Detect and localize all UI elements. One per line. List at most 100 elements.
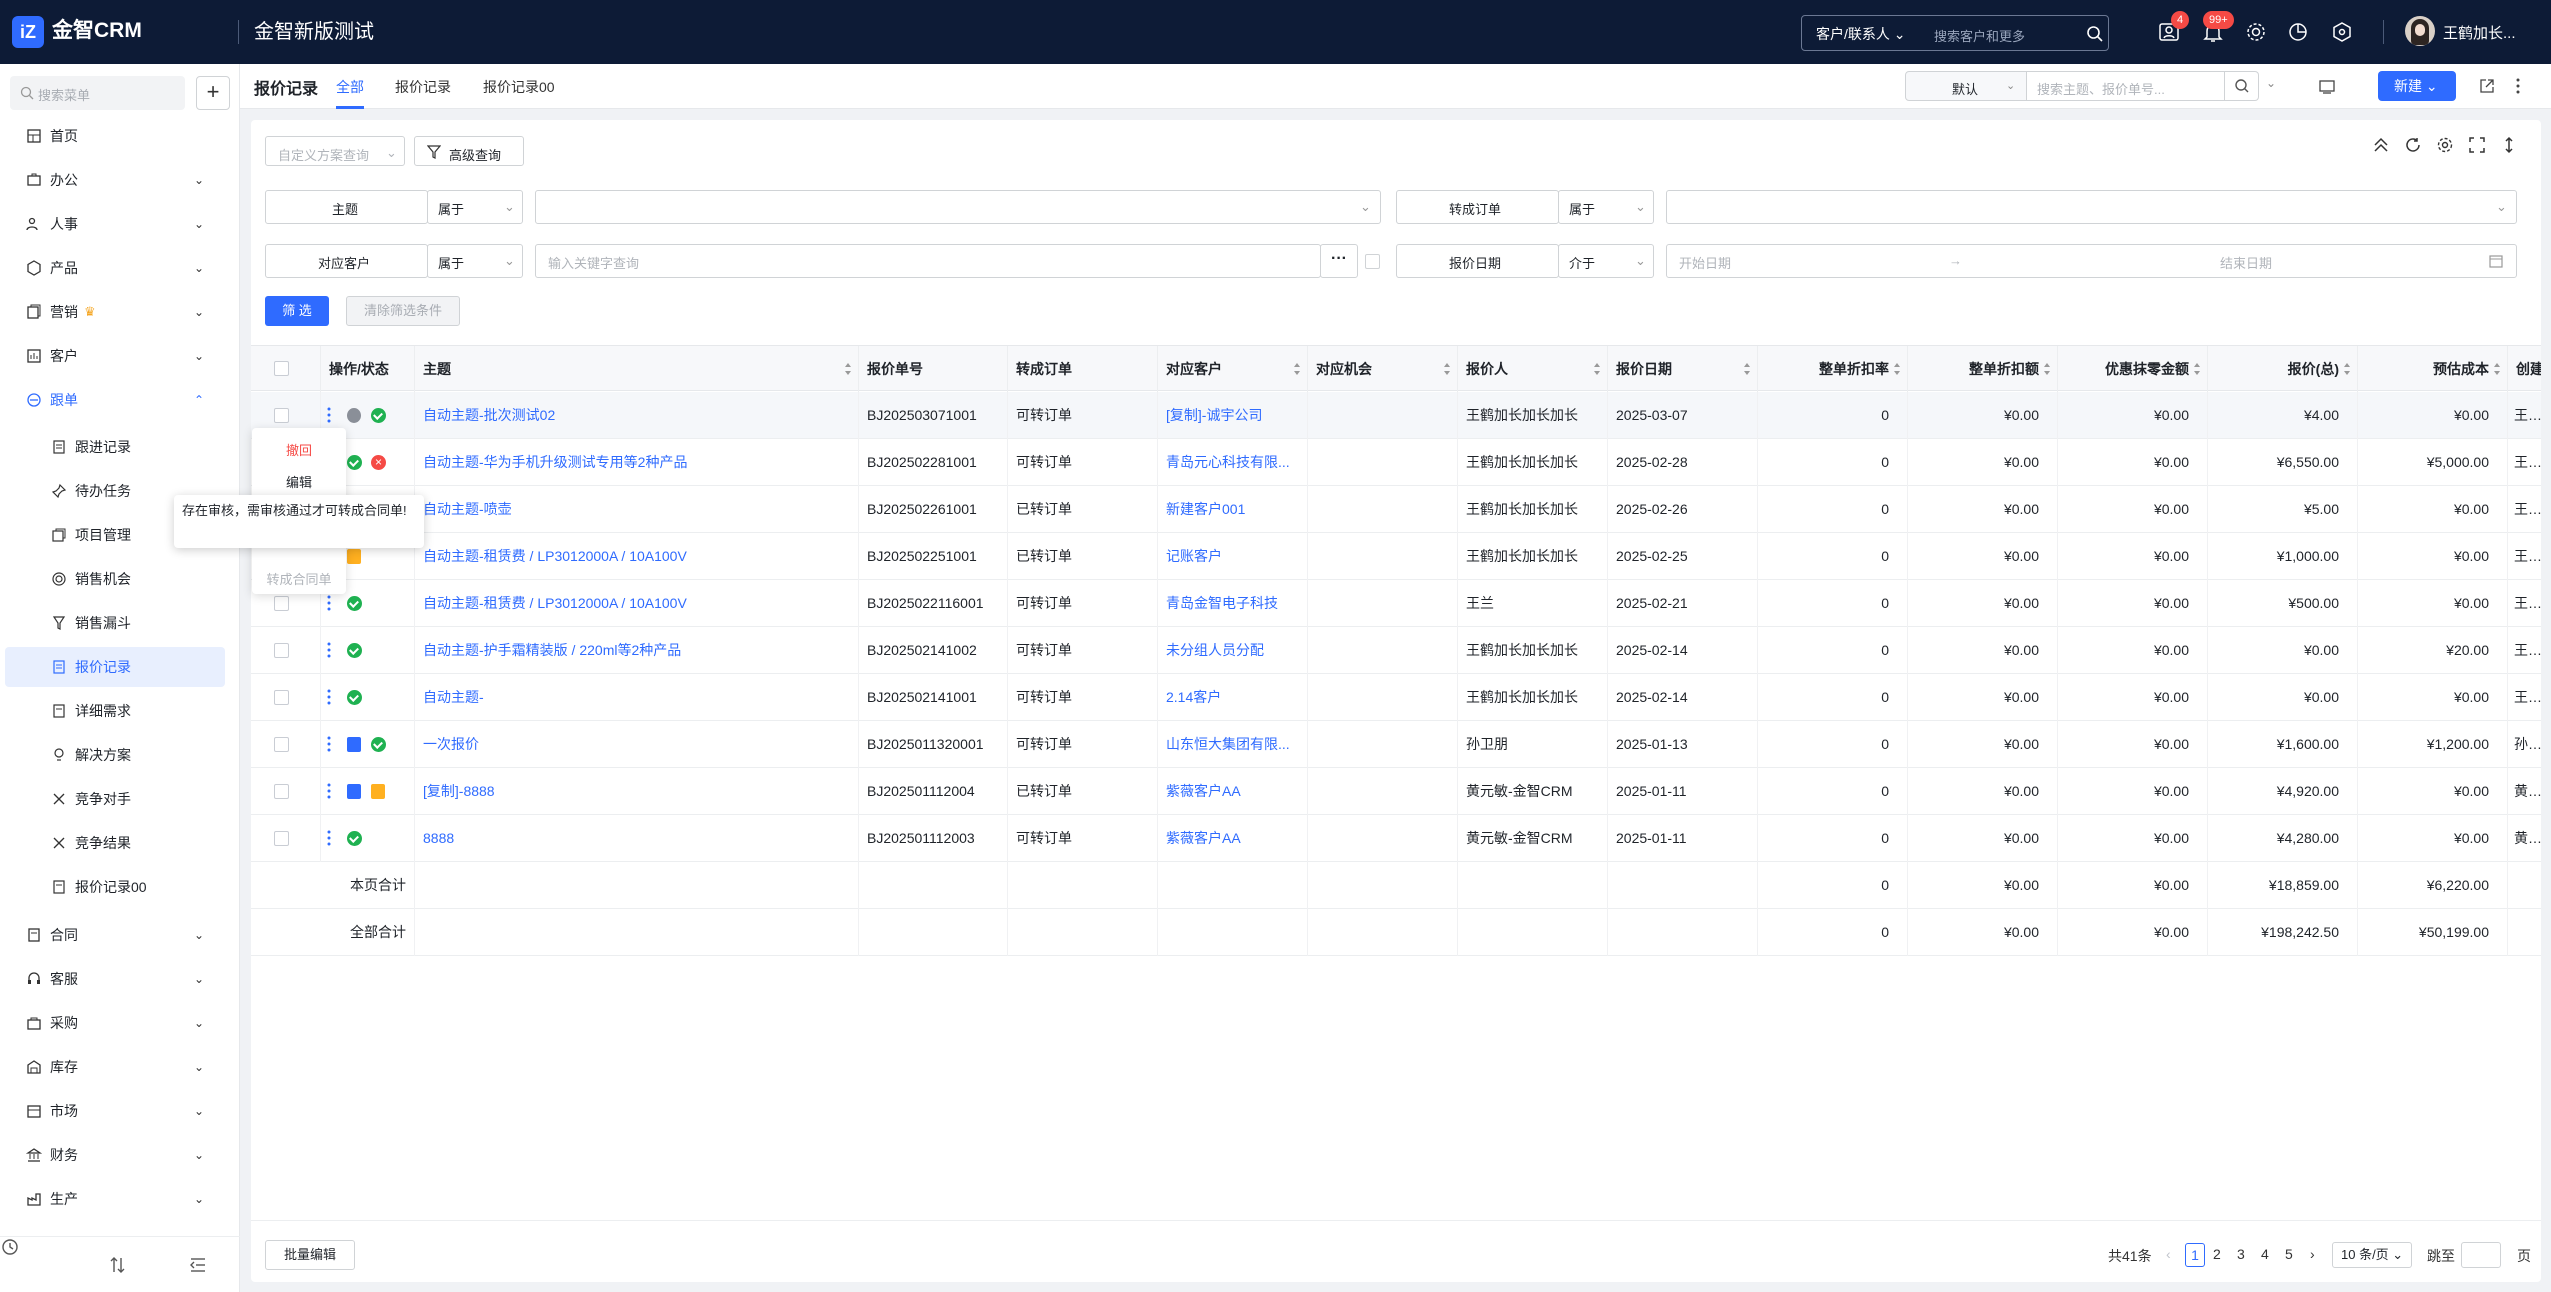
advanced-query-button[interactable]: 高级查询 <box>414 136 524 166</box>
search-icon[interactable] <box>2086 25 2104 43</box>
row-checkbox[interactable] <box>274 831 289 846</box>
filter-date-operator[interactable]: 介于 ⌄ <box>1558 244 1654 278</box>
sidebar-item-product[interactable]: 产品 ⌄ <box>0 246 240 290</box>
table-row[interactable]: 自动主题-批次测试02 BJ202503071001 可转订单 [复制]-诚宇公司 王鹤… <box>251 392 2541 439</box>
table-row[interactable]: 自动主题-租赁费 / LP3012000A / 10A100V BJ2025022… <box>251 533 2541 580</box>
row-checkbox[interactable] <box>274 408 289 423</box>
sidebar-subitem-result[interactable]: 竞争结果 <box>5 823 225 863</box>
table-row[interactable]: 自动主题-护手霜精装版 / 220ml等2种产品 BJ202502141002 可转… <box>251 627 2541 674</box>
customer-cell[interactable]: 青岛金智电子科技 <box>1158 580 1308 627</box>
subject-cell[interactable]: 8888 <box>415 815 859 862</box>
sidebar-subitem-requirement[interactable]: 详细需求 <box>5 691 225 731</box>
sort-icon[interactable] <box>2343 362 2351 376</box>
sidebar-item-office[interactable]: 办公 ⌄ <box>0 158 240 202</box>
sidebar-item-market[interactable]: 市场 ⌄ <box>0 1089 240 1133</box>
user-name[interactable]: 王鹤加长... <box>2443 22 2516 43</box>
subject-cell[interactable]: 一次报价 <box>415 721 859 768</box>
customer-cell[interactable]: 新建客户001 <box>1158 486 1308 533</box>
page-button-2[interactable]: 2 <box>2213 1246 2221 1262</box>
batch-edit-button[interactable]: 批量编辑 <box>265 1240 355 1270</box>
prev-page-button[interactable]: ‹ <box>2166 1246 2171 1262</box>
app-name[interactable]: 金智CRM <box>52 17 142 45</box>
row-checkbox[interactable] <box>274 643 289 658</box>
sort-icon[interactable] <box>844 362 852 376</box>
filter-subject-operator[interactable]: 属于 ⌄ <box>427 190 523 224</box>
more-vertical-icon[interactable] <box>327 783 331 799</box>
more-vertical-icon[interactable] <box>327 689 331 705</box>
sidebar-item-follow[interactable]: 跟单 ⌃ <box>0 378 240 422</box>
filter-date-range[interactable]: 开始日期 → 结束日期 <box>1666 244 2517 278</box>
customer-cell[interactable]: 2.14客户 <box>1158 674 1308 721</box>
customer-cell[interactable]: 记账客户 <box>1158 533 1308 580</box>
next-page-button[interactable]: › <box>2310 1246 2315 1262</box>
more-vertical-icon[interactable] <box>2515 78 2521 94</box>
table-row[interactable]: 自动主题-租赁费 / LP3012000A / 10A100V BJ2025022… <box>251 580 2541 627</box>
global-search[interactable]: 客户/联系人 ⌄ 搜索客户和更多 <box>1801 15 2109 51</box>
page-button-1[interactable]: 1 <box>2185 1243 2205 1267</box>
row-height-icon[interactable] <box>2500 136 2518 154</box>
filter-subject-select[interactable]: ⌄ <box>535 190 1381 224</box>
tab-all[interactable]: 全部 <box>336 77 364 97</box>
page-button-3[interactable]: 3 <box>2237 1246 2245 1262</box>
settings-icon[interactable] <box>2244 20 2268 44</box>
sort-icon[interactable] <box>1593 362 1601 376</box>
customer-cell[interactable]: 未分组人员分配 <box>1158 627 1308 674</box>
sort-icon[interactable] <box>2193 362 2201 376</box>
filter-button[interactable]: 筛 选 <box>265 296 329 326</box>
row-checkbox[interactable] <box>274 596 289 611</box>
sidebar-item-marketing[interactable]: 营销 ♛ ⌄ <box>0 290 240 334</box>
global-search-input[interactable]: 搜索客户和更多 <box>1934 26 2025 45</box>
filter-convert-select[interactable]: ⌄ <box>1666 190 2517 224</box>
fullscreen-icon[interactable] <box>2468 136 2486 154</box>
sidebar-item-home[interactable]: 首页 <box>0 114 240 158</box>
column-header-customer[interactable]: 对应客户 <box>1158 346 1308 392</box>
sidebar-subitem-funnel[interactable]: 销售漏斗 <box>5 603 225 643</box>
tab-quote-records[interactable]: 报价记录 <box>395 77 451 97</box>
table-row[interactable]: 自动主题-华为手机升级测试专用等2种产品BJ202502281001可转订单青岛… <box>251 439 2541 486</box>
custom-query-select[interactable]: 自定义方案查询 ⌄ <box>265 136 405 166</box>
table-row[interactable]: [复制]-8888 BJ202501112004 已转订单 紫薇客户AA 黄元敏-金智C… <box>251 768 2541 815</box>
more-options-button[interactable]: ··· <box>1320 244 1358 278</box>
filter-customer-checkbox[interactable] <box>1365 254 1380 269</box>
edit-menu-item[interactable]: 编辑 <box>252 472 346 491</box>
search-scope-select[interactable]: 客户/联系人 ⌄ <box>1816 24 1906 44</box>
filter-customer-operator[interactable]: 属于 ⌄ <box>427 244 523 278</box>
chevron-down-icon[interactable]: ⌄ <box>2266 76 2276 90</box>
column-header-quoter[interactable]: 报价人 <box>1458 346 1608 392</box>
collapse-up-icon[interactable] <box>2372 136 2390 154</box>
convert-contract-menu-item[interactable]: 转成合同单 <box>252 569 346 588</box>
date-end-input[interactable]: 结束日期 <box>2220 253 2272 272</box>
sort-icon[interactable] <box>2043 362 2051 376</box>
more-vertical-icon[interactable] <box>327 642 331 658</box>
row-checkbox[interactable] <box>274 737 289 752</box>
column-header-round[interactable]: 优惠抹零金额 <box>2058 346 2208 392</box>
table-row[interactable]: 8888 BJ202501112003 可转订单 紫薇客户AA 黄元敏-金智CRM 202… <box>251 815 2541 862</box>
customer-cell[interactable]: 山东恒大集团有限... <box>1158 721 1308 768</box>
record-search-button[interactable] <box>2225 71 2259 101</box>
subject-cell[interactable]: 自动主题-租赁费 / LP3012000A / 10A100V <box>415 580 859 627</box>
add-menu-button[interactable]: + <box>196 76 230 110</box>
sort-icon[interactable] <box>108 1255 128 1275</box>
column-header-opportunity[interactable]: 对应机会 <box>1308 346 1458 392</box>
cube-icon[interactable] <box>2330 20 2354 44</box>
settings-icon[interactable] <box>2436 136 2454 154</box>
sidebar-item-hr[interactable]: 人事 ⌄ <box>0 202 240 246</box>
record-search-input[interactable]: 搜索主题、报价单号... <box>2027 71 2225 101</box>
column-header-cost[interactable]: 预估成本 <box>2358 346 2508 392</box>
sidebar-item-purchase[interactable]: 采购 ⌄ <box>0 1001 240 1045</box>
revoke-menu-item[interactable]: 撤回 <box>252 440 346 459</box>
sidebar-subitem-quote[interactable]: 报价记录 <box>5 647 225 687</box>
print-icon[interactable] <box>2318 78 2336 96</box>
subject-cell[interactable]: 自动主题-护手霜精装版 / 220ml等2种产品 <box>415 627 859 674</box>
row-checkbox[interactable] <box>274 784 289 799</box>
sidebar-item-production[interactable]: 生产 ⌄ <box>0 1177 240 1221</box>
page-size-select[interactable]: 10 条/页 ⌄ <box>2332 1242 2412 1268</box>
page-button-5[interactable]: 5 <box>2285 1246 2293 1262</box>
column-header-discount[interactable]: 整单折扣额 <box>1908 346 2058 392</box>
sidebar-item-contract[interactable]: 合同 ⌄ <box>0 913 240 957</box>
column-header-date[interactable]: 报价日期 <box>1608 346 1758 392</box>
new-button[interactable]: 新建 ⌄ <box>2378 71 2456 101</box>
history-icon[interactable] <box>0 1237 20 1257</box>
row-checkbox[interactable] <box>274 690 289 705</box>
collapse-menu-icon[interactable] <box>188 1255 208 1275</box>
